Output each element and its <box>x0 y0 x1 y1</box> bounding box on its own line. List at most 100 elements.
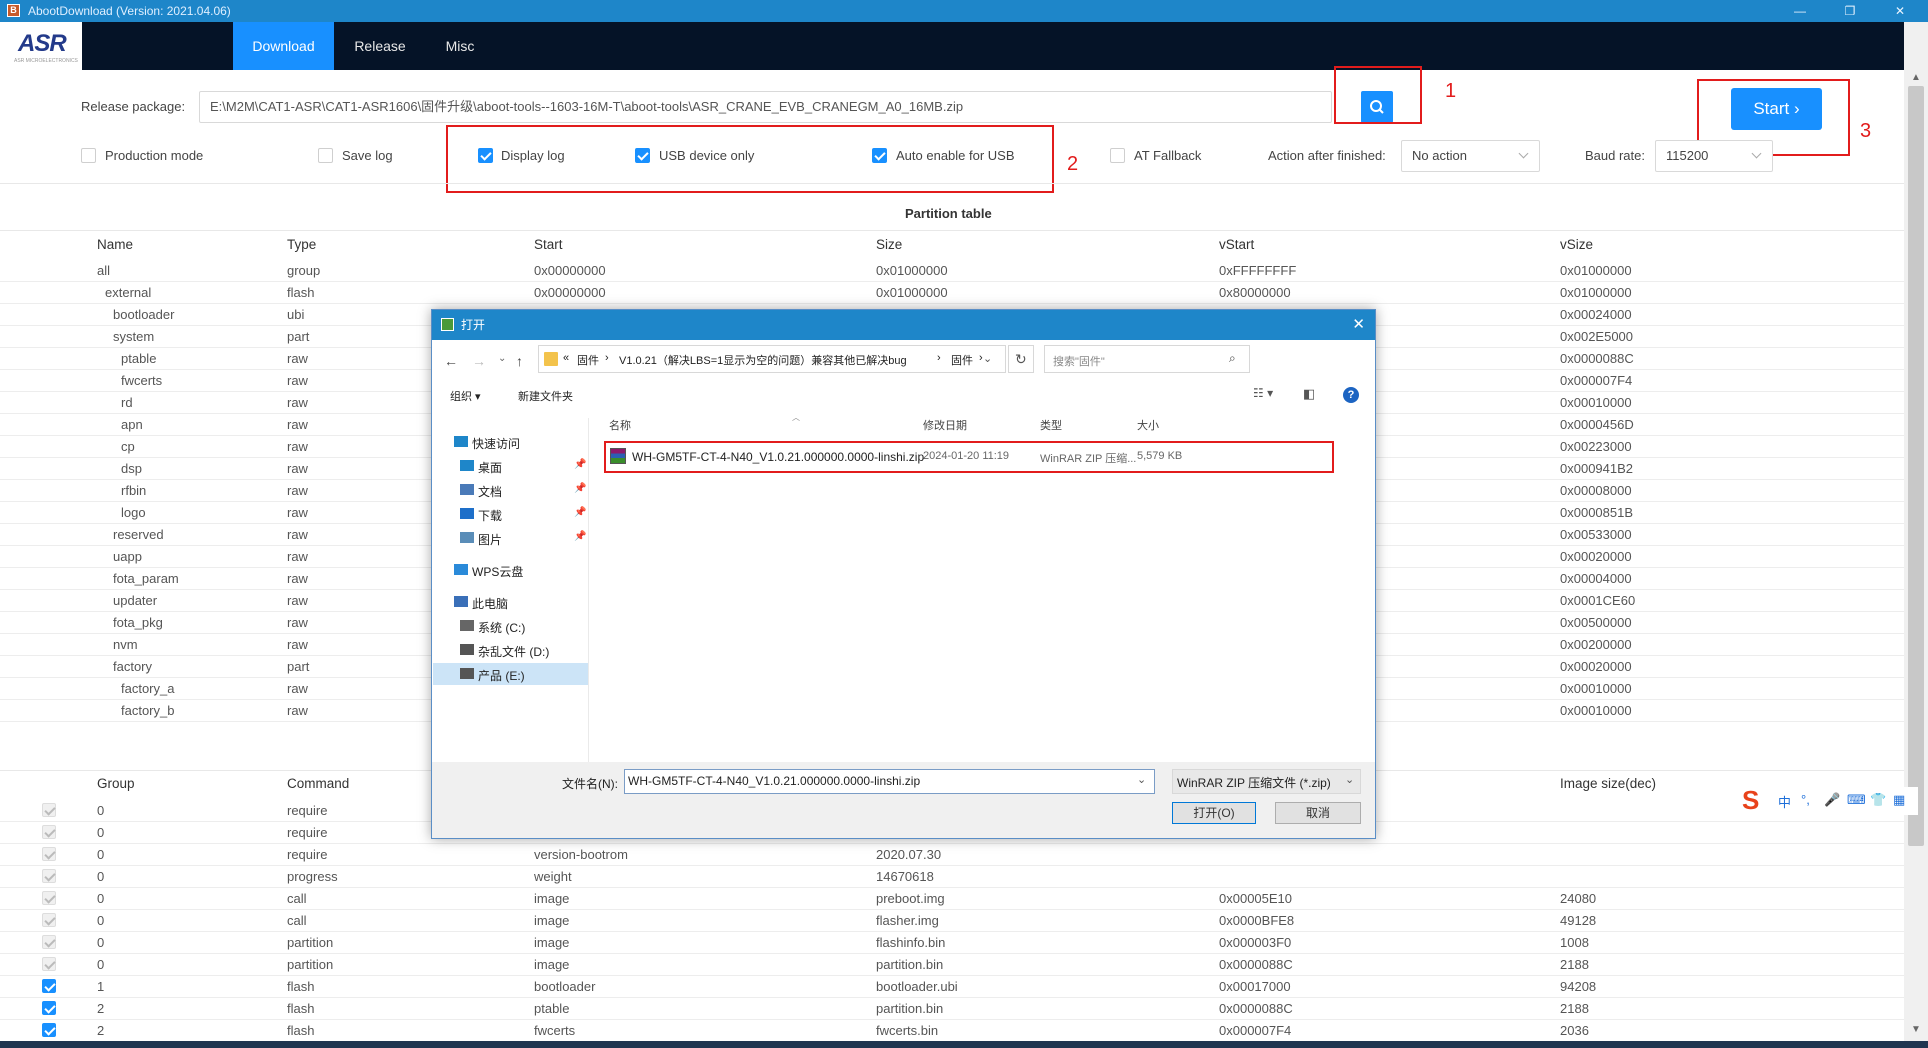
partition-cell: 0x00010000 <box>1560 703 1632 718</box>
file-column-header[interactable]: 名称 <box>609 417 631 433</box>
microphone-icon[interactable]: 🎤 <box>1824 792 1840 808</box>
baud-rate-select[interactable]: 115200 <box>1655 140 1773 172</box>
breadcrumb-item[interactable]: V1.0.21（解决LBS=1显示为空的问题）兼容其他已解决bug <box>619 352 907 368</box>
address-bar[interactable]: « 固件 › V1.0.21（解决LBS=1显示为空的问题）兼容其他已解决bug › 固件… <box>538 345 1006 373</box>
command-checkbox[interactable] <box>42 935 56 949</box>
up-arrow-icon[interactable]: ↑ <box>516 353 523 369</box>
partition-column-header: Start <box>534 237 563 252</box>
ime-toolbar[interactable]: S 中 °, 🎤 ⌨ 👕 ▦ <box>1742 787 1918 815</box>
command-row[interactable]: 0 partition image flashinfo.bin 0x000003F0 10… <box>0 932 1904 954</box>
command-cell: 2036 <box>1560 1023 1589 1038</box>
partition-cell: 0x01000000 <box>1560 263 1632 278</box>
action-after-finished-select[interactable]: No action <box>1401 140 1540 172</box>
command-checkbox[interactable] <box>42 957 56 971</box>
filename-input[interactable]: WH-GM5TF-CT-4-N40_V1.0.21.000000.0000-li… <box>624 769 1155 794</box>
partition-cell: bootloader <box>113 307 175 322</box>
command-row[interactable]: 0 require version-bootrom 2020.07.30 <box>0 844 1904 866</box>
nav-item[interactable]: 下载 <box>478 507 502 524</box>
chevron-down-icon: ⌄ <box>1137 774 1147 786</box>
open-button[interactable]: 打开(O) <box>1172 802 1256 824</box>
dialog-close-icon[interactable]: ✕ <box>1352 310 1365 340</box>
partition-cell: raw <box>287 417 308 432</box>
partition-row[interactable]: all group 0x00000000 0x01000000 0xFFFFFFFF 0x… <box>0 260 1904 282</box>
command-row[interactable]: 0 progress weight 14670618 <box>0 866 1904 888</box>
toolbox-icon[interactable]: ▦ <box>1893 792 1905 808</box>
command-row[interactable]: 2 flash fwcerts fwcerts.bin 0x000007F4 2036 <box>0 1020 1904 1042</box>
command-row[interactable]: 2 flash ptable partition.bin 0x0000088C 2188 <box>0 998 1904 1020</box>
file-column-header[interactable]: 类型 <box>1040 417 1062 433</box>
partition-row[interactable]: external flash 0x00000000 0x01000000 0x80000… <box>0 282 1904 304</box>
command-cell: 2 <box>97 1001 105 1016</box>
file-column-header[interactable]: 大小 <box>1137 417 1159 433</box>
command-cell: 0 <box>97 847 105 862</box>
minimize-button[interactable]: — <box>1780 0 1820 22</box>
scroll-up-icon[interactable]: ▲ <box>1904 72 1928 83</box>
save-log-checkbox[interactable] <box>318 148 333 163</box>
at-fallback-label: AT Fallback <box>1134 148 1202 163</box>
cancel-button[interactable]: 取消 <box>1275 802 1361 824</box>
partition-table-title: Partition table <box>905 206 992 221</box>
nav-item[interactable]: 快速访问 <box>472 435 520 452</box>
command-checkbox[interactable] <box>42 825 56 839</box>
command-checkbox[interactable] <box>42 1023 56 1037</box>
command-cell: fwcerts.bin <box>876 1023 939 1038</box>
command-row[interactable]: 0 call image flasher.img 0x0000BFE8 49128 <box>0 910 1904 932</box>
chinese-mode-icon[interactable]: 中 <box>1778 792 1791 811</box>
command-checkbox[interactable] <box>42 979 56 993</box>
skin-icon[interactable]: 👕 <box>1870 792 1886 808</box>
command-cell: flash <box>287 1001 315 1016</box>
breadcrumb-item[interactable]: 固件 <box>951 352 973 368</box>
nav-item[interactable]: 文档 <box>478 483 502 500</box>
production-mode-checkbox[interactable] <box>81 148 96 163</box>
command-checkbox[interactable] <box>42 847 56 861</box>
nav-item[interactable]: 杂乱文件 (D:) <box>478 643 549 660</box>
address-dropdown-icon[interactable]: ⌄ <box>983 352 992 365</box>
nav-item[interactable]: 桌面 <box>478 459 502 476</box>
partition-cell: raw <box>287 351 308 366</box>
help-icon[interactable]: ? <box>1343 387 1359 403</box>
command-row[interactable]: 0 partition image partition.bin 0x0000088C 21… <box>0 954 1904 976</box>
vertical-scrollbar[interactable]: ▲ ▼ <box>1904 22 1928 1042</box>
nav-item[interactable]: 此电脑 <box>472 595 508 612</box>
at-fallback-checkbox[interactable] <box>1110 148 1125 163</box>
command-checkbox[interactable] <box>42 913 56 927</box>
partition-column-header: vSize <box>1560 237 1594 252</box>
command-checkbox[interactable] <box>42 869 56 883</box>
file-column-header[interactable]: 修改日期 <box>923 417 967 433</box>
forward-arrow-icon[interactable]: → <box>472 353 486 369</box>
command-row[interactable]: 0 call image preboot.img 0x00005E10 24080 <box>0 888 1904 910</box>
back-arrow-icon[interactable]: ← <box>444 353 458 369</box>
baud-rate-value: 115200 <box>1666 148 1709 163</box>
preview-pane-icon[interactable]: ◧ <box>1303 386 1315 402</box>
command-checkbox[interactable] <box>42 1001 56 1015</box>
new-folder-button[interactable]: 新建文件夹 <box>518 388 573 404</box>
refresh-button[interactable]: ↻ <box>1008 345 1034 373</box>
breadcrumb-item[interactable]: 固件 <box>577 352 599 368</box>
close-button[interactable]: ✕ <box>1880 0 1920 22</box>
dialog-search-input[interactable]: 搜索"固件" ⌕ <box>1044 345 1250 373</box>
recent-chevron-icon[interactable]: ⌄ <box>498 353 506 364</box>
release-package-input[interactable]: E:\M2M\CAT1-ASR\CAT1-ASR1606\固件升级\aboot-… <box>199 91 1332 123</box>
view-options-icon[interactable]: ☷ ▾ <box>1253 386 1273 400</box>
maximize-button[interactable]: ❐ <box>1830 0 1870 22</box>
tab-download[interactable]: Download <box>233 22 334 70</box>
partition-cell: updater <box>113 593 158 608</box>
tab-misc[interactable]: Misc <box>426 22 494 70</box>
nav-item[interactable]: 产品 (E:) <box>478 667 525 684</box>
tab-release[interactable]: Release <box>334 22 426 70</box>
command-row[interactable]: 1 flash bootloader bootloader.ubi 0x00017000… <box>0 976 1904 998</box>
partition-cell: rfbin <box>121 483 147 498</box>
scroll-down-icon[interactable]: ▼ <box>1904 1024 1928 1035</box>
filename-label: 文件名(N): <box>562 777 618 791</box>
scroll-thumb[interactable] <box>1908 86 1924 846</box>
file-type-filter[interactable]: WinRAR ZIP 压缩文件 (*.zip) ⌄ <box>1172 769 1361 794</box>
command-checkbox[interactable] <box>42 891 56 905</box>
punctuation-icon[interactable]: °, <box>1801 792 1810 807</box>
nav-item[interactable]: WPS云盘 <box>472 563 523 580</box>
command-checkbox[interactable] <box>42 803 56 817</box>
organize-menu[interactable]: 组织 ▾ <box>450 388 481 404</box>
keyboard-icon[interactable]: ⌨ <box>1847 792 1866 808</box>
nav-item[interactable]: 系统 (C:) <box>478 619 525 636</box>
nav-item[interactable]: 图片 <box>478 531 502 548</box>
picture-icon <box>460 532 474 543</box>
